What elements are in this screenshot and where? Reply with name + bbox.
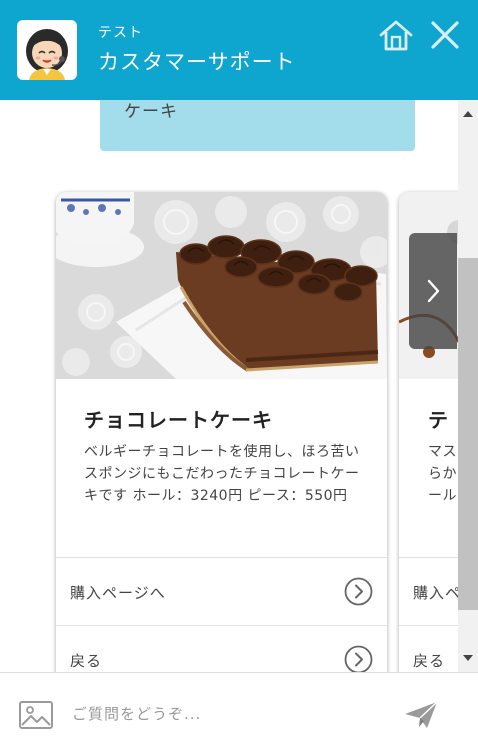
image-upload-button[interactable] (18, 699, 54, 731)
close-icon (431, 21, 459, 49)
scroll-up-button[interactable] (458, 104, 478, 124)
chevron-right-icon (427, 279, 440, 303)
triangle-up-icon (463, 111, 473, 117)
home-button[interactable] (378, 18, 414, 52)
card-title: チョコレートケーキ (84, 408, 273, 432)
scrollbar[interactable] (458, 100, 478, 672)
scrollbar-thumb[interactable] (458, 258, 478, 610)
back-button[interactable]: 戻る (56, 625, 387, 672)
home-icon (379, 20, 413, 51)
purchase-page-label-partial: 購入ペ (413, 584, 462, 602)
chevron-right-circle-icon (344, 645, 373, 672)
header-subtitle: テスト (98, 25, 143, 41)
chat-input-bar (0, 672, 478, 745)
carousel-next-button[interactable] (409, 233, 457, 349)
operator-avatar (17, 20, 77, 80)
send-button[interactable] (403, 700, 439, 730)
purchase-page-label: 購入ページへ (70, 584, 166, 602)
carousel-card: チョコレートケーキ ベルギーチョコレートを使用し、ほろ苦いスポンジにもこだわった… (56, 192, 387, 672)
paper-plane-icon (405, 701, 438, 728)
header-title: カスタマーサポート (98, 50, 296, 74)
user-message-text: ケーキ (124, 102, 178, 122)
chat-message-input[interactable] (72, 697, 382, 731)
back-label: 戻る (70, 652, 103, 670)
chat-messages: ケーキ チョコレートケーキ ベルギーチョコレートを使用し、ほろ苦いスポンジにもこ… (0, 100, 478, 672)
card-title-partial: テ (428, 408, 449, 432)
purchase-page-button[interactable]: 購入ページへ (56, 557, 387, 625)
user-message-bubble: ケーキ (100, 100, 415, 151)
back-label-partial: 戻る (413, 652, 446, 670)
close-button[interactable] (428, 18, 462, 52)
chat-widget: テスト カスタマーサポート ケーキ チョコレートケーキ ベルギーチョコレートを使… (0, 0, 478, 745)
scroll-down-button[interactable] (458, 648, 478, 668)
card-description: ベルギーチョコレートを使用し、ほろ苦いスポンジにもこだわったチョコレートケーキで… (84, 444, 360, 504)
triangle-down-icon (463, 655, 473, 661)
chevron-right-circle-icon (344, 577, 373, 606)
image-upload-icon (19, 701, 53, 729)
chat-header: テスト カスタマーサポート (0, 0, 478, 100)
chocolate-cake-image (56, 192, 387, 379)
